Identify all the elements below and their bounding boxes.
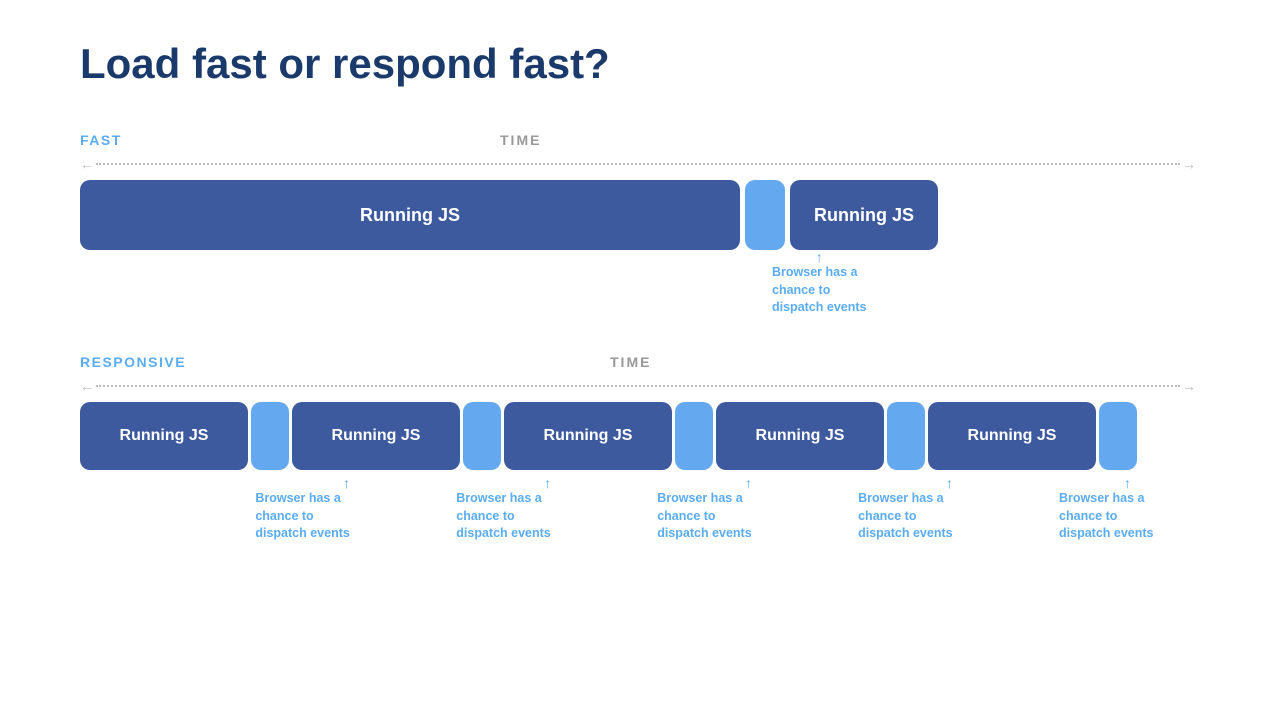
resp-ann-spacer-3 xyxy=(639,476,657,543)
fast-section: FAST TIME ← → Running JS Running JS ↑ Br… xyxy=(80,128,1196,340)
resp-block-js-2: Running JS xyxy=(292,402,460,470)
resp-ann-spacer-2 xyxy=(438,476,456,543)
resp-arrow-row: ← → xyxy=(80,378,1196,394)
resp-block-js-4: Running JS xyxy=(716,402,884,470)
resp-gap-1 xyxy=(251,402,289,470)
fast-arrow-left: ← xyxy=(80,156,94,172)
resp-label: RESPONSIVE xyxy=(80,354,186,370)
resp-ann-1: ↑ Browser has achance todispatch events xyxy=(255,476,438,543)
resp-annotations-row: ↑ Browser has achance todispatch events … xyxy=(80,476,1196,543)
fast-blocks-container: Running JS Running JS xyxy=(80,180,1196,250)
resp-ann-2-text: Browser has achance todispatch events xyxy=(456,490,639,543)
fast-time-label: TIME xyxy=(500,132,541,148)
resp-ann-5-text: Browser has achance todispatch events xyxy=(1059,490,1196,543)
fast-dotted-line xyxy=(96,163,1180,165)
resp-ann-4-arrow: ↑ xyxy=(858,476,1041,490)
fast-gap-block xyxy=(745,180,785,250)
resp-ann-5: ↑ Browser has achance todispatch events xyxy=(1059,476,1196,543)
fast-header-row: FAST TIME xyxy=(80,128,1196,152)
resp-ann-1-text: Browser has achance todispatch events xyxy=(255,490,438,543)
resp-ann-4: ↑ Browser has achance todispatch events xyxy=(858,476,1041,543)
resp-ann-5-arrow: ↑ xyxy=(1059,476,1196,490)
resp-header-row: RESPONSIVE TIME xyxy=(80,350,1196,374)
resp-dotted-line xyxy=(96,385,1180,387)
resp-ann-3: ↑ Browser has achance todispatch events xyxy=(657,476,840,543)
resp-block-js-5: Running JS xyxy=(928,402,1096,470)
fast-arrow-row: ← → xyxy=(80,156,1196,172)
responsive-section: RESPONSIVE TIME ← → Running JS Running J… xyxy=(80,350,1196,543)
resp-ann-spacer-5 xyxy=(1041,476,1059,543)
fast-label: FAST xyxy=(80,132,122,148)
resp-gap-3 xyxy=(675,402,713,470)
fast-annotation-container: ↑ Browser has achance todispatch events xyxy=(80,250,1196,340)
resp-blocks-container: Running JS Running JS Running JS Running… xyxy=(80,402,1196,470)
resp-block-js-1: Running JS xyxy=(80,402,248,470)
resp-gap-4 xyxy=(887,402,925,470)
resp-time-label: TIME xyxy=(610,354,651,370)
resp-arrow-right: → xyxy=(1182,378,1196,394)
resp-ann-2-arrow: ↑ xyxy=(456,476,639,490)
resp-ann-spacer-1 xyxy=(80,476,255,543)
fast-arrow-right: → xyxy=(1182,156,1196,172)
resp-ann-3-arrow: ↑ xyxy=(657,476,840,490)
resp-arrow-left: ← xyxy=(80,378,94,394)
fast-ann-arrow: ↑ xyxy=(816,250,823,264)
resp-ann-4-text: Browser has achance todispatch events xyxy=(858,490,1041,543)
resp-ann-spacer-4 xyxy=(840,476,858,543)
resp-block-js-3: Running JS xyxy=(504,402,672,470)
resp-ann-3-text: Browser has achance todispatch events xyxy=(657,490,840,543)
fast-ann-text: Browser has achance todispatch events xyxy=(772,264,866,317)
resp-gap-2 xyxy=(463,402,501,470)
fast-block-js-1: Running JS xyxy=(80,180,740,250)
fast-block-js-2: Running JS xyxy=(790,180,938,250)
resp-ann-1-arrow: ↑ xyxy=(255,476,438,490)
resp-ann-2: ↑ Browser has achance todispatch events xyxy=(456,476,639,543)
resp-gap-5 xyxy=(1099,402,1137,470)
page-title: Load fast or respond fast? xyxy=(80,40,1196,88)
fast-annotation: ↑ Browser has achance todispatch events xyxy=(772,250,866,317)
